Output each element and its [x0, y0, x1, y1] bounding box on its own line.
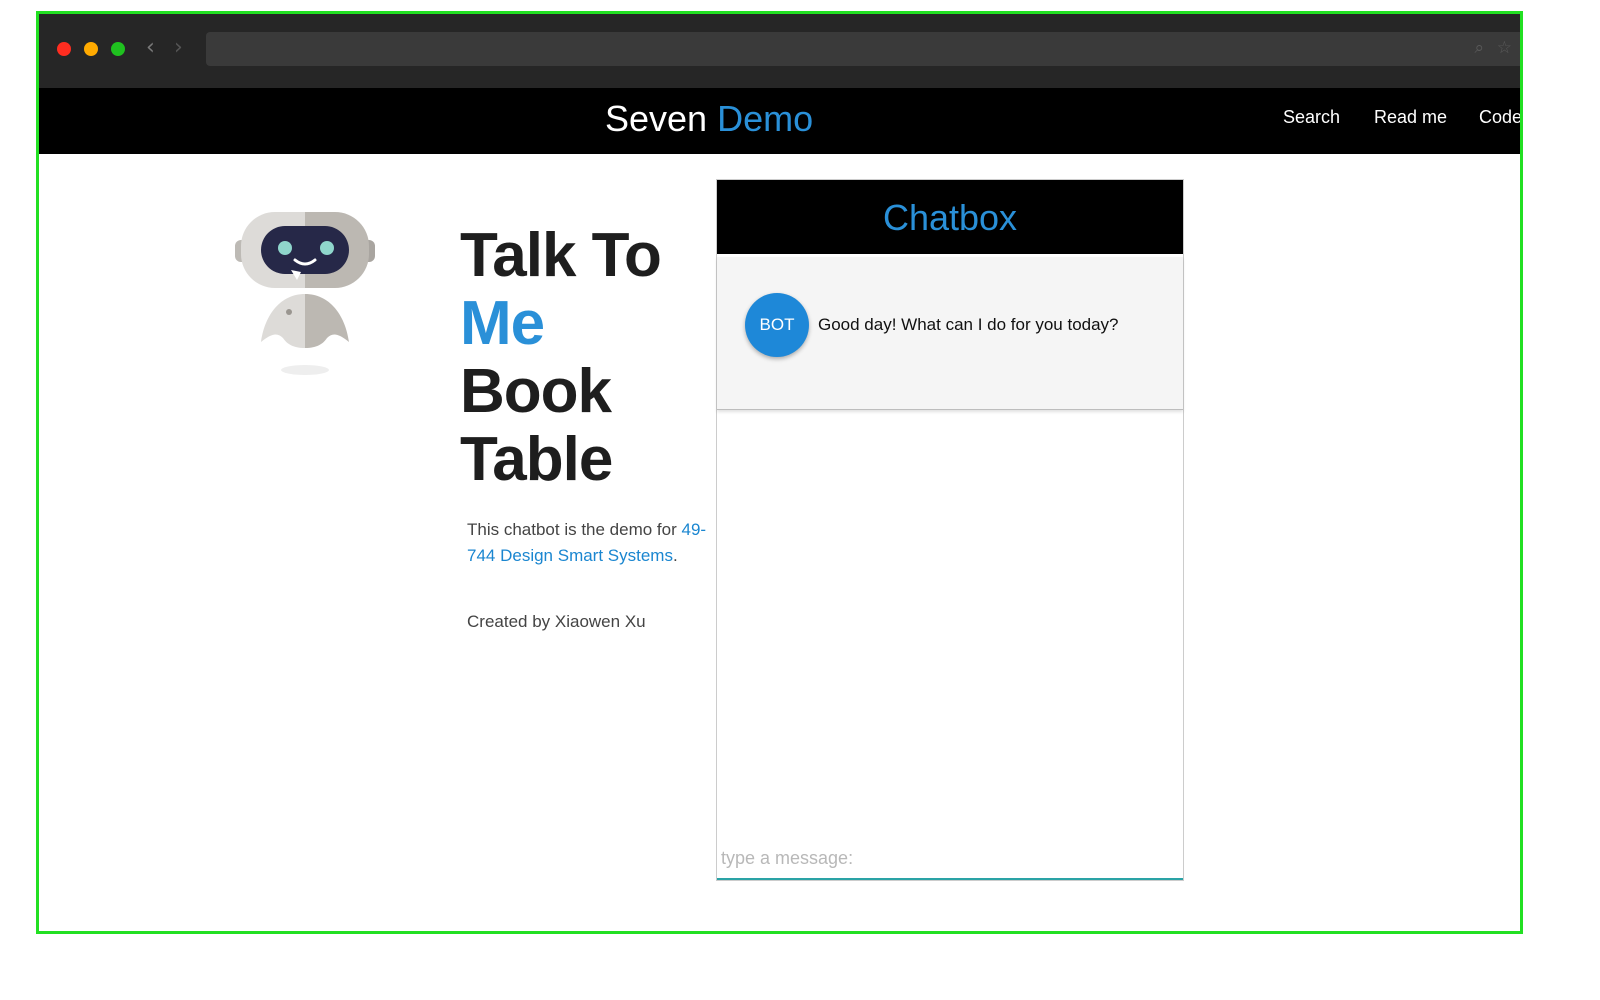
nav-link-read-me[interactable]: Read me — [1374, 107, 1447, 128]
site-navbar: Seven Demo Search Read me Code — [39, 88, 1520, 154]
hero-description: This chatbot is the demo for 49-744 Desi… — [467, 517, 712, 569]
maximize-window-button[interactable] — [111, 42, 125, 56]
nav-link-code[interactable]: Code — [1479, 107, 1520, 128]
brand-accent: Demo — [717, 98, 814, 139]
browser-toolbar: ‹ › ⌕ ☆ — [39, 14, 1520, 88]
star-icon[interactable]: ☆ — [1497, 38, 1512, 58]
browser-window: ‹ › ⌕ ☆ Seven Demo Search Read me Code T… — [36, 11, 1523, 934]
message-input[interactable] — [717, 838, 1183, 880]
nav-link-search[interactable]: Search — [1283, 107, 1340, 128]
chevron-left-icon[interactable]: ‹ — [146, 34, 155, 62]
headline-line-3: Book — [460, 357, 612, 426]
brand-primary: Seven — [605, 98, 708, 139]
address-bar[interactable]: ⌕ ☆ — [206, 32, 1520, 66]
chatbox-panel: Chatbox BOT Good day! What can I do for … — [716, 179, 1184, 881]
close-window-button[interactable] — [57, 42, 71, 56]
chevron-right-icon[interactable]: › — [174, 34, 183, 62]
chat-log: BOT Good day! What can I do for you toda… — [717, 257, 1183, 410]
robot-illustration — [235, 212, 375, 375]
minimize-window-button[interactable] — [84, 42, 98, 56]
headline-line-1: Talk To — [460, 221, 662, 290]
author-credit: Created by Xiaowen Xu — [467, 612, 646, 631]
chatbox-title: Chatbox — [717, 180, 1183, 254]
hero-headline: Talk To Me Book Table — [460, 221, 662, 494]
description-text: This chatbot is the demo for — [467, 520, 677, 539]
bot-avatar: BOT — [745, 293, 809, 357]
headline-line-2: Me — [460, 289, 545, 358]
search-icon[interactable]: ⌕ — [1474, 38, 1484, 58]
site-brand[interactable]: Seven Demo — [605, 98, 813, 140]
bot-message: Good day! What can I do for you today? — [818, 315, 1119, 334]
description-period: . — [672, 546, 678, 565]
headline-line-4: Table — [460, 425, 613, 494]
